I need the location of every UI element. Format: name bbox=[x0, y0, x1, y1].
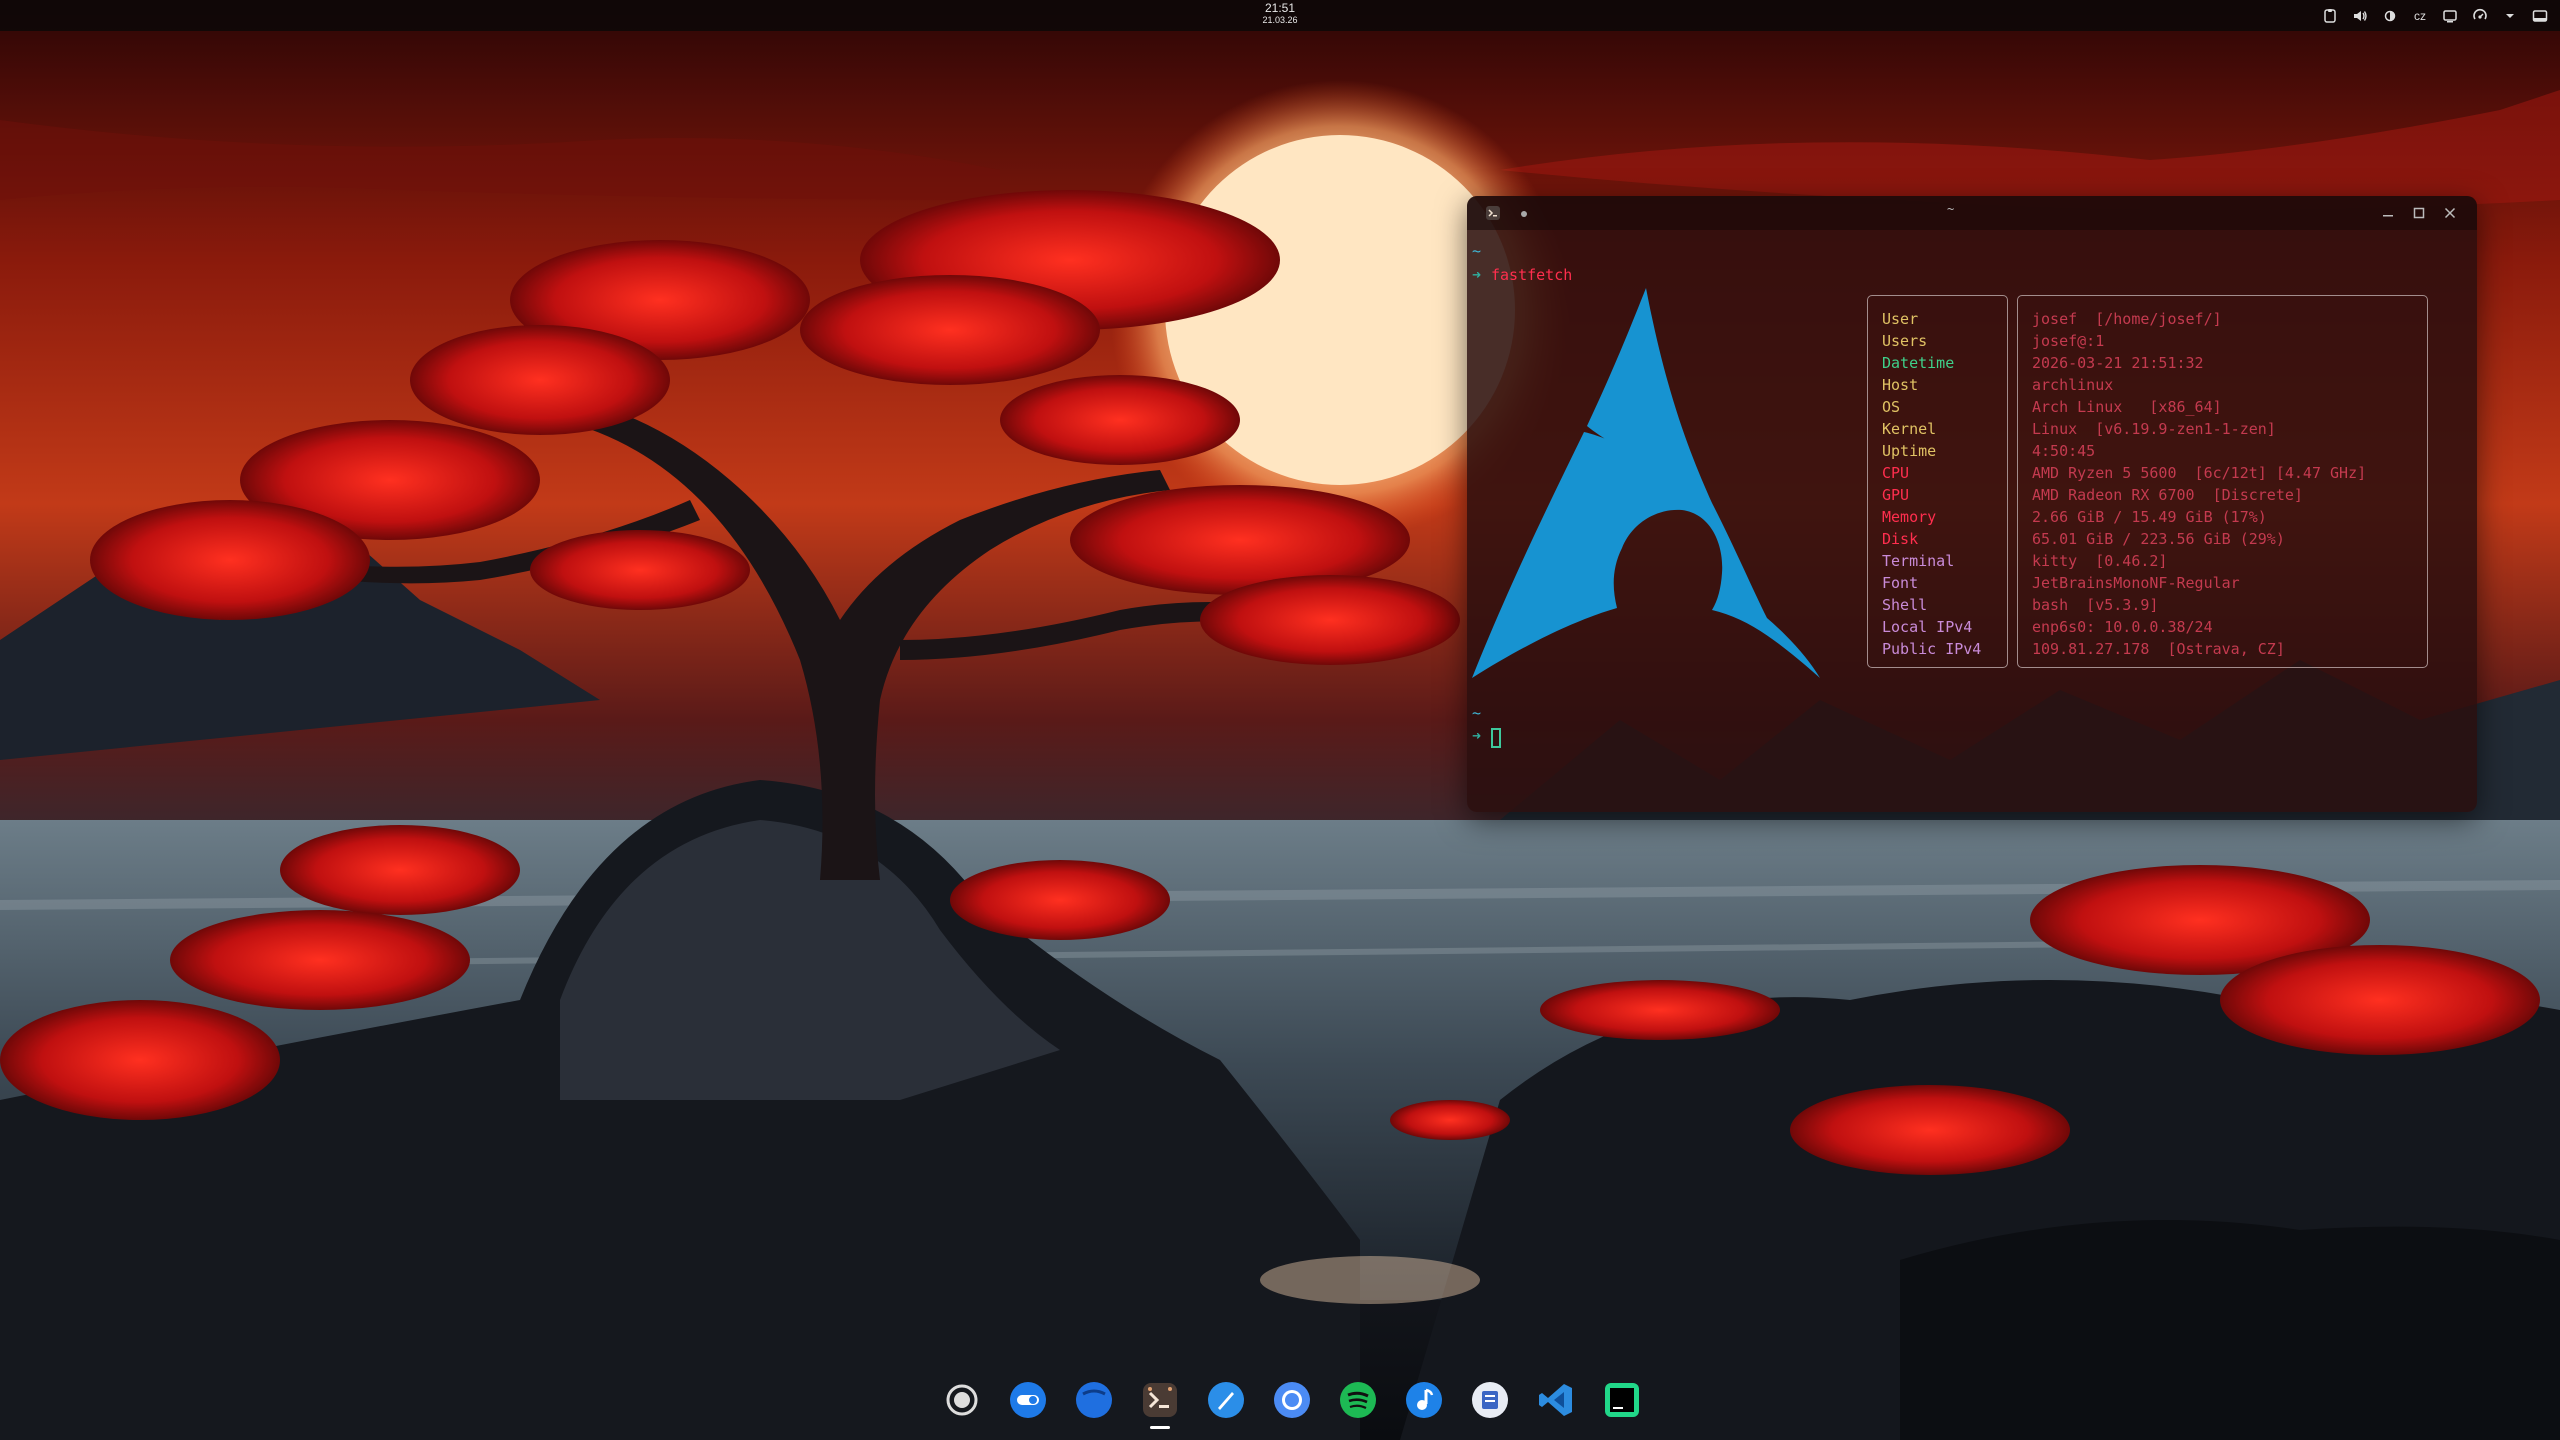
fastfetch-value: josef@:1 bbox=[2032, 332, 2105, 350]
dock-item-spotify[interactable] bbox=[1336, 1378, 1380, 1422]
system-tray: cz bbox=[2322, 5, 2548, 27]
fastfetch-value: 4:50:45 bbox=[2032, 442, 2096, 460]
fastfetch-key: Shell bbox=[1882, 596, 1928, 614]
fastfetch-key: Kernel bbox=[1882, 420, 1937, 438]
fastfetch-value: enp6s0: 10.0.0.38/24 bbox=[2032, 618, 2213, 636]
dock-item-notes[interactable] bbox=[1468, 1378, 1512, 1422]
tab-indicator-dot bbox=[1521, 211, 1527, 217]
files-icon bbox=[1076, 1382, 1112, 1418]
running-indicator bbox=[1150, 1426, 1170, 1429]
fastfetch-key: Public IPv4 bbox=[1882, 640, 1982, 658]
fastfetch-value: 65.01 GiB / 223.56 GiB (29%) bbox=[2032, 530, 2285, 548]
fastfetch-value: 109.81.27.178 [Ostrava, CZ] bbox=[2032, 640, 2285, 658]
activities-icon bbox=[946, 1384, 978, 1416]
fastfetch-key: Local IPv4 bbox=[1882, 618, 1973, 636]
fastfetch-key: Memory bbox=[1882, 508, 1937, 526]
terminal-app-icon bbox=[1486, 206, 1500, 220]
dock-item-toggle[interactable] bbox=[1006, 1378, 1050, 1422]
terminal-icon bbox=[1143, 1383, 1177, 1417]
volume-icon[interactable] bbox=[2352, 8, 2368, 24]
clock[interactable]: 21:51 21.03.26 bbox=[1230, 1, 1330, 26]
fastfetch-value: AMD Ryzen 5 5600 [6c/12t] [4.47 GHz] bbox=[2032, 464, 2367, 482]
network-icon[interactable] bbox=[2472, 8, 2488, 24]
browser-icon bbox=[1208, 1382, 1244, 1418]
fastfetch-value: kitty [0.46.2] bbox=[2032, 552, 2168, 570]
toggle-app-icon bbox=[1010, 1382, 1046, 1418]
dock-item-chromium[interactable] bbox=[1270, 1378, 1314, 1422]
prompt-directory: ~ bbox=[1472, 704, 1482, 722]
fastfetch-key: Datetime bbox=[1882, 354, 1955, 372]
prompt-directory: ~ bbox=[1472, 242, 1482, 260]
prompt-arrow: ➜ bbox=[1472, 727, 1482, 745]
fastfetch-value: JetBrainsMonoNF-Regular bbox=[2032, 574, 2240, 592]
fastfetch-key: Host bbox=[1882, 376, 1919, 394]
clock-date: 21.03.26 bbox=[1262, 15, 1298, 25]
fastfetch-value: archlinux bbox=[2032, 376, 2114, 394]
fastfetch-value: 2.66 GiB / 15.49 GiB (17%) bbox=[2032, 508, 2267, 526]
chromium-icon bbox=[1274, 1382, 1310, 1418]
notes-icon bbox=[1472, 1382, 1508, 1418]
fastfetch-value: AMD Radeon RX 6700 [Discrete] bbox=[2032, 486, 2303, 504]
spotify-icon bbox=[1340, 1382, 1376, 1418]
fastfetch-value: Linux [v6.19.9-zen1-1-zen] bbox=[2032, 420, 2276, 438]
clipboard-icon[interactable] bbox=[2322, 8, 2338, 24]
prompt-arrow: ➜ bbox=[1472, 266, 1482, 284]
fastfetch-key: Terminal bbox=[1882, 552, 1955, 570]
chevron-down-icon[interactable] bbox=[2502, 8, 2518, 24]
window-title: ~ bbox=[1947, 202, 1955, 216]
dock-item-files[interactable] bbox=[1072, 1378, 1116, 1422]
terminal-titlebar[interactable]: ~ bbox=[1467, 196, 2477, 230]
terminal-cursor[interactable] bbox=[1491, 728, 1501, 748]
fastfetch-value: Arch Linux [x86_64] bbox=[2032, 398, 2222, 416]
fastfetch-values-panel: josef [/home/josef/] josef@:1 2026-03-21 2… bbox=[2017, 295, 2428, 668]
dock-item-terminal[interactable] bbox=[1138, 1378, 1182, 1429]
fastfetch-value: bash [v5.3.9] bbox=[2032, 596, 2159, 614]
dock-item-activities[interactable] bbox=[940, 1378, 984, 1422]
maximize-button[interactable] bbox=[2410, 204, 2428, 222]
dock-item-music[interactable] bbox=[1402, 1378, 1446, 1422]
dock-item-browser[interactable] bbox=[1204, 1378, 1248, 1422]
keyboard-layout-label: cz bbox=[2414, 9, 2426, 23]
fastfetch-value: 2026-03-21 21:51:32 bbox=[2032, 354, 2204, 372]
pycharm-icon bbox=[1605, 1383, 1639, 1417]
fastfetch-key: GPU bbox=[1882, 486, 1910, 504]
fastfetch-key: CPU bbox=[1882, 464, 1910, 482]
top-panel: 21:51 21.03.26 cz bbox=[0, 0, 2560, 31]
dock bbox=[920, 1372, 1640, 1432]
dock-item-vscode[interactable] bbox=[1534, 1378, 1578, 1422]
command-text: fastfetch bbox=[1491, 266, 1573, 284]
fastfetch-key: Uptime bbox=[1882, 442, 1937, 460]
vscode-icon bbox=[1539, 1384, 1572, 1416]
screen-icon[interactable] bbox=[2532, 8, 2548, 24]
fastfetch-key: Font bbox=[1882, 574, 1919, 592]
dock-item-pycharm[interactable] bbox=[1600, 1378, 1644, 1422]
fastfetch-key: Users bbox=[1882, 332, 1928, 350]
minimize-button[interactable] bbox=[2379, 204, 2397, 222]
keyboard-layout[interactable]: cz bbox=[2412, 8, 2428, 24]
arch-linux-logo bbox=[1472, 288, 1820, 678]
fastfetch-key: Disk bbox=[1882, 530, 1919, 548]
display-icon[interactable] bbox=[2442, 8, 2458, 24]
fastfetch-keys-panel: User Users Datetime Host OS Kernel Uptime CPU GP… bbox=[1867, 295, 2008, 668]
terminal-window[interactable]: ~ ~ ➜ fastfetch User Users Datetime Host OS K… bbox=[1467, 196, 2477, 812]
fastfetch-key: User bbox=[1882, 310, 1919, 328]
brightness-icon[interactable] bbox=[2382, 8, 2398, 24]
music-icon bbox=[1406, 1382, 1442, 1418]
close-button[interactable] bbox=[2441, 204, 2459, 222]
fastfetch-key: OS bbox=[1882, 398, 1901, 416]
fastfetch-value: josef [/home/josef/] bbox=[2032, 310, 2222, 328]
clock-time: 21:51 bbox=[1264, 1, 1296, 15]
